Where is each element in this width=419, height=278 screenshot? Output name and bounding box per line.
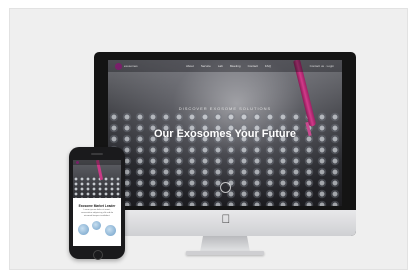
nav-item[interactable]: Contact <box>248 64 258 68</box>
mobile-section-title: Exosome Market Leader <box>78 204 116 208</box>
hero-tagline: DISCOVER EXOSOME SOLUTIONS <box>178 106 272 111</box>
hero-scroll-button[interactable] <box>220 182 231 193</box>
exosome-diagram <box>77 218 117 238</box>
home-button-icon[interactable] <box>93 250 103 260</box>
mobile-section-text: Lorem ipsum dolor sit amet, consectetur … <box>80 209 114 217</box>
mobile-logo[interactable] <box>76 161 79 164</box>
imac-stand <box>200 236 250 252</box>
exosome-blob <box>78 224 89 235</box>
mobile-website-screen: Exosome Market Leader Lorem ipsum dolor … <box>73 160 121 246</box>
mobile-hero <box>73 160 121 198</box>
mobile-nav-bar <box>73 160 121 165</box>
brand-logo[interactable] <box>115 63 122 70</box>
phone-speaker <box>91 153 103 155</box>
nav-item[interactable]: Lab <box>218 64 223 68</box>
apple-icon:  <box>220 212 232 226</box>
desktop-nav-bar: exosomes About Service Lab Meeting Conta… <box>108 60 342 72</box>
desktop-nav-menu: About Service Lab Meeting Contact FAQ <box>186 64 271 68</box>
nav-item[interactable]: About <box>186 64 194 68</box>
desktop-website-screen: exosomes About Service Lab Meeting Conta… <box>108 60 342 206</box>
nav-right-links[interactable]: Contact us · Login <box>310 64 334 68</box>
brand-name[interactable]: exosomes <box>124 64 138 68</box>
mobile-test-tubes <box>73 176 121 198</box>
exosome-blob <box>92 221 101 230</box>
nav-item[interactable]: FAQ <box>265 64 271 68</box>
nav-item[interactable]: Meeting <box>230 64 241 68</box>
nav-item[interactable]: Service <box>201 64 211 68</box>
imac-stand-base <box>186 251 264 255</box>
exosome-blob <box>105 225 116 236</box>
hero-title: Our Exosomes Your Future <box>153 128 296 140</box>
